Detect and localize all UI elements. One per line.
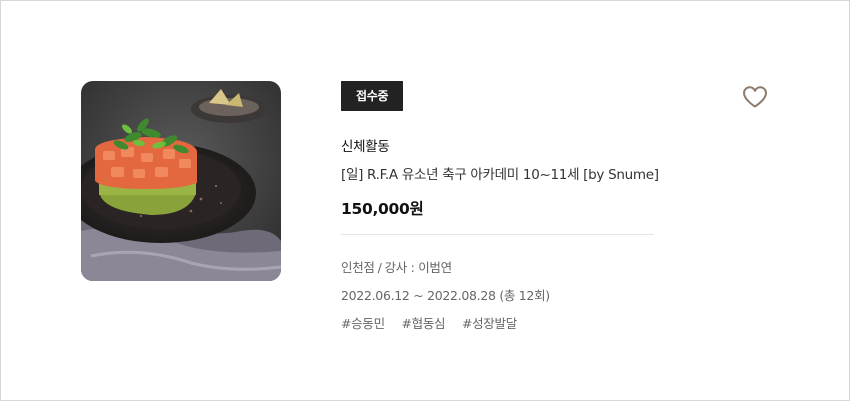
course-period: 2022.06.12 ~ 2022.08.28 (총 12회) xyxy=(341,288,550,303)
branch-name: 인천점 xyxy=(341,260,375,275)
tag-item[interactable]: #성장발달 xyxy=(462,316,517,331)
course-info: 접수중 신체활동 [일] R.F.A 유소년 축구 아카데미 10~11세 [b… xyxy=(341,81,659,332)
course-thumbnail[interactable] xyxy=(81,81,281,281)
heart-outline-icon xyxy=(743,86,767,108)
course-card: 접수중 신체활동 [일] R.F.A 유소년 축구 아카데미 10~11세 [b… xyxy=(0,0,850,401)
salmon-tartare-image xyxy=(81,81,281,281)
tag-item[interactable]: #협동심 xyxy=(401,316,445,331)
separator: / xyxy=(377,260,382,275)
course-title[interactable]: [일] R.F.A 유소년 축구 아카데미 10~11세 [by Snume] xyxy=(341,163,659,183)
branch-instructor: 인천점 / 강사 : 이범연 xyxy=(341,257,654,276)
status-badge: 접수중 xyxy=(341,81,404,111)
instructor-name: 강사 : 이범연 xyxy=(384,260,453,275)
divider xyxy=(341,234,654,235)
tag-item[interactable]: #승동민 xyxy=(341,316,385,331)
course-category: 신체활동 xyxy=(341,139,390,155)
wishlist-button[interactable] xyxy=(742,85,768,109)
course-price: 150,000원 xyxy=(341,200,424,218)
tag-list: #승동민 #협동심 #성장발달 xyxy=(341,313,654,332)
